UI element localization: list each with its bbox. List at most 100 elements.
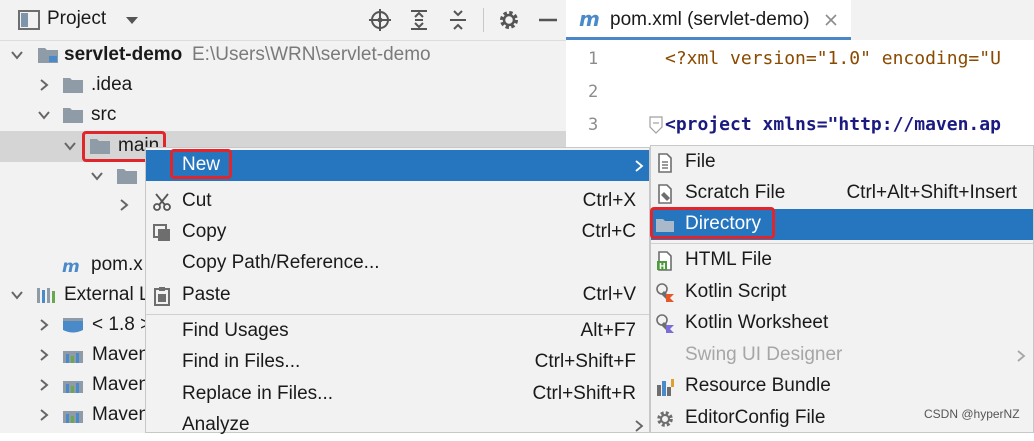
menu-item-paste[interactable]: Paste Ctrl+V [146, 280, 649, 311]
watermark: CSDN @hyperNZ [924, 407, 1020, 421]
menu-item-label: HTML File [685, 249, 772, 270]
chevron-right-icon[interactable] [117, 198, 131, 212]
svg-text:m: m [579, 8, 600, 30]
tree-label: Maven [92, 344, 150, 365]
toolbar-divider [483, 8, 484, 32]
chevron-right-icon[interactable] [37, 348, 51, 362]
svg-text:m: m [62, 257, 80, 274]
close-icon[interactable] [824, 13, 838, 27]
line-number: 2 [588, 82, 599, 102]
annotation-box-new [170, 149, 232, 179]
chevron-down-icon[interactable] [10, 288, 24, 302]
tree-row-src[interactable]: src [0, 100, 566, 131]
tree-label: Maven [92, 374, 150, 395]
tree-row-servlet-demo[interactable]: servlet-demo E:\Users\WRN\servlet-demo [0, 40, 566, 71]
maven-file-icon: m [62, 257, 80, 274]
menu-item-shortcut: Ctrl+C [581, 221, 636, 242]
menu-item-label: Cut [182, 190, 212, 211]
chevron-right-icon[interactable] [37, 408, 51, 422]
tree-label: .idea [91, 74, 133, 95]
chevron-down-icon[interactable] [63, 139, 77, 153]
file-icon [658, 153, 672, 173]
project-view-title[interactable]: Project [47, 8, 106, 30]
library-icon [63, 351, 83, 363]
chevron-down-icon[interactable] [37, 108, 51, 122]
submenu-item-html-file[interactable]: H HTML File [651, 245, 1033, 276]
chevron-down-icon[interactable] [90, 169, 104, 183]
library-icon [63, 411, 83, 423]
submenu-item-file[interactable]: File [651, 147, 1033, 178]
menu-item-shortcut: Ctrl+Shift+R [532, 383, 636, 404]
fold-marker-icon[interactable] [648, 116, 664, 134]
tree-label: < 1.8 > [92, 314, 152, 335]
resource-bundle-icon [657, 379, 674, 396]
kotlin-worksheet-icon [656, 314, 674, 333]
menu-item-shortcut: Ctrl+X [582, 190, 636, 211]
chevron-right-icon [635, 420, 644, 432]
editor-tab-pom[interactable]: m pom.xml (servlet-demo) [566, 0, 851, 40]
tree-label: servlet-demo [64, 44, 183, 65]
gear-icon [657, 411, 673, 427]
chevron-right-icon[interactable] [37, 378, 51, 392]
menu-item-copy-path[interactable]: Copy Path/Reference... [146, 248, 649, 279]
menu-item-find-usages[interactable]: Find Usages Alt+F7 [146, 316, 649, 347]
chevron-down-icon[interactable] [124, 12, 140, 28]
expand-all-icon[interactable] [407, 8, 431, 32]
project-view-icon [18, 10, 40, 30]
menu-item-label: Swing UI Designer [685, 344, 843, 365]
copy-icon [153, 224, 170, 241]
gear-icon[interactable] [497, 8, 521, 32]
menu-item-analyze[interactable]: Analyze [146, 410, 649, 441]
menu-item-copy[interactable]: Copy Ctrl+C [146, 217, 649, 248]
menu-item-label: Replace in Files... [182, 383, 334, 404]
code-line-3[interactable]: <project xmlns="http://maven.ap [665, 114, 1001, 135]
editor-tab-label: pom.xml (servlet-demo) [610, 9, 810, 30]
menu-item-label: Kotlin Script [685, 281, 787, 302]
annotation-box-directory [650, 207, 775, 239]
menu-item-shortcut: Ctrl+Shift+F [534, 351, 636, 372]
chevron-right-icon[interactable] [37, 318, 51, 332]
kotlin-script-icon [656, 283, 674, 302]
menu-separator [651, 243, 1033, 244]
menu-separator [146, 314, 649, 315]
new-submenu: File Scratch File Ctrl+Alt+Shift+Insert … [650, 145, 1034, 433]
collapse-all-icon[interactable] [446, 8, 470, 32]
locate-icon[interactable] [368, 8, 392, 32]
line-number: 3 [588, 115, 599, 135]
submenu-item-kotlin-worksheet[interactable]: Kotlin Worksheet [651, 308, 1033, 339]
tree-label: Maven [92, 404, 150, 425]
module-path: E:\Users\WRN\servlet-demo [192, 44, 431, 65]
menu-item-label: Copy [182, 221, 227, 242]
submenu-item-resource-bundle[interactable]: Resource Bundle [651, 371, 1033, 402]
library-icon [37, 288, 55, 303]
submenu-item-swing-ui-designer[interactable]: Swing UI Designer [651, 340, 1033, 371]
project-toolbar: Project [0, 0, 566, 41]
jdk-icon [63, 318, 83, 333]
tree-label: src [91, 104, 117, 125]
chevron-right-icon[interactable] [37, 78, 51, 92]
module-folder-icon [38, 48, 58, 63]
tree-row-idea[interactable]: .idea [0, 70, 566, 101]
menu-item-label: Resource Bundle [685, 375, 831, 396]
menu-item-label: Find in Files... [182, 351, 301, 372]
menu-item-shortcut: Alt+F7 [580, 320, 636, 341]
menu-item-label: Scratch File [685, 182, 786, 203]
chevron-down-icon[interactable] [10, 48, 24, 62]
context-menu: New Cut Ctrl+X Copy Ctrl+C Copy Path/Ref… [145, 147, 650, 435]
menu-item-label: Find Usages [182, 320, 289, 341]
menu-item-replace-in-files[interactable]: Replace in Files... Ctrl+Shift+R [146, 379, 649, 410]
scissors-icon [153, 193, 171, 211]
folder-icon [63, 78, 83, 93]
library-icon [63, 381, 83, 393]
menu-item-cut[interactable]: Cut Ctrl+X [146, 186, 649, 217]
tree-label: External L [64, 284, 150, 305]
menu-item-shortcut: Ctrl+Alt+Shift+Insert [846, 182, 1017, 203]
submenu-item-scratch-file[interactable]: Scratch File Ctrl+Alt+Shift+Insert [651, 178, 1033, 209]
menu-item-find-in-files[interactable]: Find in Files... Ctrl+Shift+F [146, 347, 649, 378]
minimize-icon[interactable] [536, 8, 560, 32]
chevron-right-icon [1017, 350, 1026, 362]
submenu-item-kotlin-script[interactable]: Kotlin Script [651, 277, 1033, 308]
scratch-file-icon [658, 184, 672, 204]
menu-item-label: Kotlin Worksheet [685, 312, 829, 333]
code-line-1[interactable]: <?xml version="1.0" encoding="U [665, 48, 1001, 69]
